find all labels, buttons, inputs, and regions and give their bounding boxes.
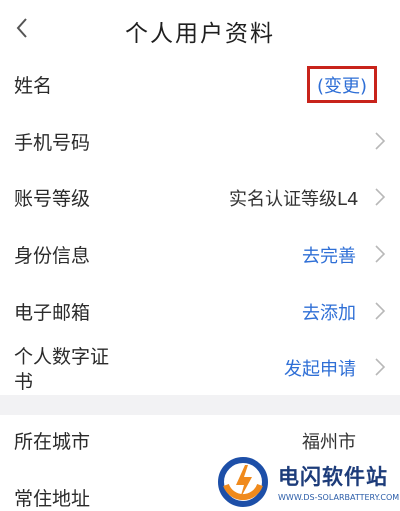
watermark: 电闪软件站 WWW.DS-SOLARBATTERY.COM <box>208 453 400 510</box>
row-label-certificate-line2: 书 <box>14 371 34 393</box>
city-value: 福州市 <box>302 432 356 453</box>
row-label-phone: 手机号码 <box>14 132 91 154</box>
row-label-city: 所在城市 <box>14 431 91 453</box>
chevron-right-icon <box>375 245 386 263</box>
watermark-url: WWW.DS-SOLARBATTERY.COM <box>278 493 400 502</box>
chevron-right-icon <box>375 188 386 206</box>
chevron-right-icon <box>375 132 386 150</box>
row-identity[interactable]: 身份信息 去完善 <box>0 225 400 280</box>
certificate-action[interactable]: 发起申请 <box>284 355 356 381</box>
watermark-logo-icon <box>218 456 268 507</box>
email-action[interactable]: 去添加 <box>302 299 356 325</box>
row-label-certificate-line1: 个人数字证 <box>14 346 110 368</box>
highlight-box <box>307 66 377 103</box>
row-label-account-level: 账号等级 <box>14 188 91 210</box>
row-label-address: 常住地址 <box>14 488 91 510</box>
chevron-right-icon <box>375 302 386 320</box>
chevron-right-icon <box>375 358 386 376</box>
section-divider <box>0 395 400 415</box>
identity-action[interactable]: 去完善 <box>302 242 356 268</box>
page-title: 个人用户资料 <box>125 21 275 47</box>
row-label-name: 姓名 <box>14 75 53 97</box>
row-label-email: 电子邮箱 <box>14 302 91 324</box>
row-phone[interactable]: 手机号码 <box>0 112 400 167</box>
row-email[interactable]: 电子邮箱 去添加 <box>0 282 400 337</box>
row-digital-certificate[interactable]: 个人数字证 书 发起申请 <box>0 338 400 395</box>
watermark-name: 电闪软件站 <box>278 465 388 489</box>
account-level-value: 实名认证等级L4 <box>229 189 359 210</box>
row-account-level[interactable]: 账号等级 实名认证等级L4 <box>0 168 400 223</box>
app-header: 个人用户资料 <box>0 0 400 56</box>
row-label-identity: 身份信息 <box>14 245 91 267</box>
